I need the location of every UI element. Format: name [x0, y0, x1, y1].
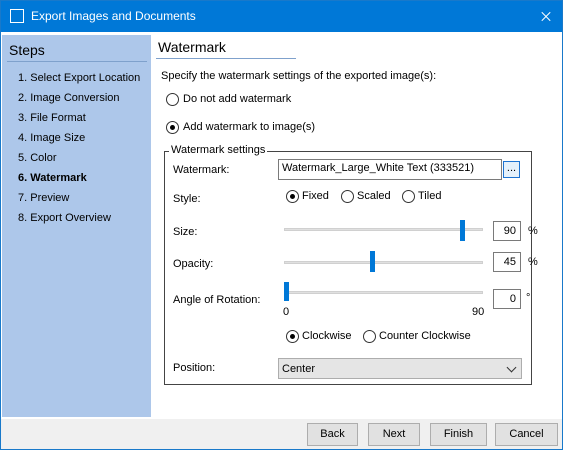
step-color[interactable]: 5. Color [18, 152, 57, 164]
watermark-field[interactable]: Watermark_Large_White Text (333521) [278, 159, 502, 180]
watermark-settings-group [164, 151, 532, 385]
chevron-down-icon [506, 362, 517, 373]
size-value-field[interactable]: 90 [493, 221, 521, 241]
finish-button[interactable]: Finish [430, 423, 487, 446]
app-icon [10, 9, 24, 23]
step-image-conversion[interactable]: 2. Image Conversion [18, 92, 120, 104]
position-selected: Center [282, 363, 316, 375]
rotation-slider-thumb[interactable] [284, 282, 289, 301]
counter-clockwise-radio[interactable] [363, 330, 376, 343]
clockwise-label[interactable]: Clockwise [302, 330, 352, 342]
opacity-value-field[interactable]: 45 [493, 252, 521, 272]
steps-header-divider [7, 61, 147, 62]
step-export-overview[interactable]: 8. Export Overview [18, 212, 111, 224]
window-title: Export Images and Documents [31, 9, 196, 23]
size-slider-thumb[interactable] [460, 220, 465, 241]
style-label: Style: [173, 193, 201, 205]
page-description: Specify the watermark settings of the ex… [161, 70, 437, 82]
opacity-slider-track[interactable] [284, 261, 483, 264]
back-button[interactable]: Back [307, 423, 358, 446]
rotation-slider-track[interactable] [284, 291, 483, 294]
step-preview[interactable]: 7. Preview [18, 192, 69, 204]
steps-sidebar: Steps 1. Select Export Location 2. Image… [2, 35, 151, 417]
add-watermark-label[interactable]: Add watermark to image(s) [183, 121, 315, 133]
rotation-value-field[interactable]: 0 [493, 289, 521, 309]
export-dialog: Export Images and Documents Steps 1. Sel… [0, 0, 563, 450]
counter-clockwise-label[interactable]: Counter Clockwise [379, 330, 471, 342]
title-bar: Export Images and Documents [1, 1, 562, 32]
watermark-settings-legend: Watermark settings [169, 144, 268, 156]
add-watermark-radio[interactable] [166, 121, 179, 134]
rotation-min-label: 0 [283, 306, 290, 318]
watermark-label: Watermark: [173, 164, 230, 176]
step-select-export-location[interactable]: 1. Select Export Location [18, 72, 140, 84]
style-tiled-label[interactable]: Tiled [418, 190, 441, 202]
browse-watermark-button[interactable]: ... [503, 161, 520, 178]
style-fixed-label[interactable]: Fixed [302, 190, 329, 202]
style-fixed-radio[interactable] [286, 190, 299, 203]
close-icon[interactable] [530, 1, 562, 32]
size-label: Size: [173, 226, 198, 238]
position-label: Position: [173, 362, 216, 374]
clockwise-radio[interactable] [286, 330, 299, 343]
size-slider-track[interactable] [284, 228, 483, 231]
rotation-max-label: 90 [472, 306, 485, 318]
opacity-slider-thumb[interactable] [370, 251, 375, 272]
style-scaled-label[interactable]: Scaled [357, 190, 391, 202]
next-button[interactable]: Next [368, 423, 420, 446]
no-watermark-radio[interactable] [166, 93, 179, 106]
style-tiled-radio[interactable] [402, 190, 415, 203]
page-title: Watermark [158, 39, 226, 55]
position-dropdown[interactable]: Center [278, 358, 522, 379]
step-image-size[interactable]: 4. Image Size [18, 132, 85, 144]
rotation-label: Angle of Rotation: [173, 294, 261, 306]
step-watermark[interactable]: 6. Watermark [18, 172, 87, 184]
cancel-button[interactable]: Cancel [495, 423, 558, 446]
dialog-body: Steps 1. Select Export Location 2. Image… [1, 32, 562, 419]
style-scaled-radio[interactable] [341, 190, 354, 203]
step-file-format[interactable]: 3. File Format [18, 112, 86, 124]
opacity-unit: % [528, 256, 538, 268]
dialog-footer: Back Next Finish Cancel [1, 419, 562, 449]
steps-header: Steps [9, 42, 45, 58]
rotation-unit: ° [526, 292, 531, 304]
opacity-label: Opacity: [173, 258, 214, 270]
page-title-divider [156, 58, 296, 59]
no-watermark-label[interactable]: Do not add watermark [183, 93, 291, 105]
size-unit: % [528, 225, 538, 237]
